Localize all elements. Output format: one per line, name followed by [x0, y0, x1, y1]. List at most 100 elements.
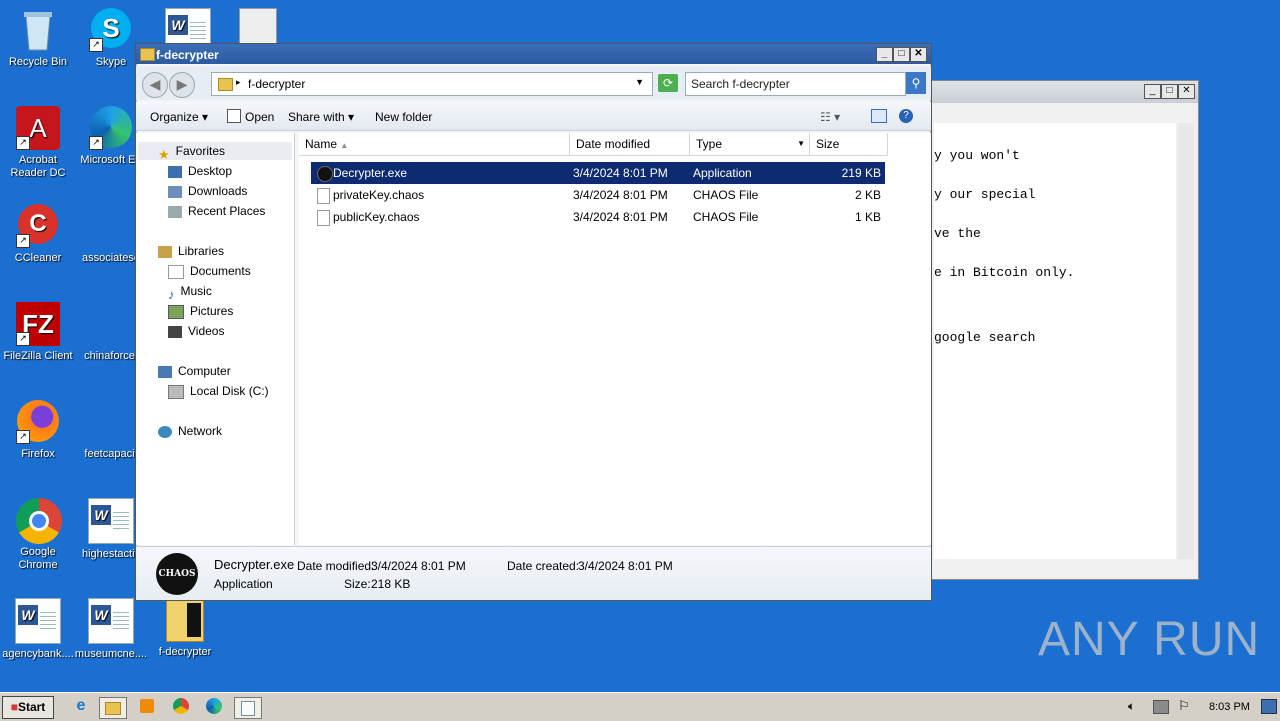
- file-date: 3/4/2024 8:01 PM: [573, 210, 668, 224]
- column-header-size[interactable]: Size: [810, 133, 888, 156]
- help-icon[interactable]: ?: [899, 109, 913, 123]
- libraries-icon: [158, 245, 172, 258]
- share-with-button[interactable]: Share with ▾: [288, 110, 354, 124]
- nav-favorites[interactable]: ★ Favorites: [138, 142, 292, 162]
- document-icon: [89, 400, 133, 444]
- chevron-down-icon[interactable]: ▼: [797, 133, 805, 155]
- anyrun-watermark: ANY RUN: [1038, 613, 1261, 666]
- media-player-icon[interactable]: [136, 697, 158, 717]
- address-bar-area: ◀ ▶ ▸ f-decrypter ▼ ⟳ Search f-decrypter…: [136, 66, 931, 100]
- minimize-button[interactable]: _: [1144, 84, 1161, 99]
- view-options-icon[interactable]: ☷ ▾: [820, 110, 840, 124]
- ransom-note-window[interactable]: _ □ ✕ y you won't y our special ve the e…: [925, 80, 1199, 580]
- nav-downloads[interactable]: Downloads: [168, 182, 247, 200]
- notepad-taskbar-icon[interactable]: [234, 697, 262, 719]
- network-tray-icon[interactable]: [1153, 700, 1169, 714]
- column-header-type[interactable]: Type ▼: [690, 133, 810, 156]
- file-size: 2 KB: [854, 188, 881, 202]
- navigation-pane: ★ Favorites Desktop Downloads Recent Plac…: [136, 133, 295, 545]
- nav-documents[interactable]: Documents: [168, 262, 251, 280]
- address-field[interactable]: ▸ f-decrypter ▼: [211, 72, 653, 96]
- note-text-area[interactable]: y you won't y our special ve the e in Bi…: [934, 123, 1176, 559]
- new-folder-button[interactable]: New folder: [375, 110, 432, 124]
- table-row[interactable]: Decrypter.exe 3/4/2024 8:01 PM Applicati…: [311, 162, 885, 184]
- desktop-icon-f-decrypter[interactable]: f-decrypter: [147, 598, 223, 659]
- exe-icon: [317, 166, 333, 182]
- search-input[interactable]: Search f-decrypter: [685, 72, 906, 96]
- search-icon[interactable]: ⚲: [906, 72, 926, 94]
- installer-icon: [239, 8, 277, 46]
- desktop-icon-firefox[interactable]: ↗ Firefox: [0, 400, 76, 461]
- maximize-button[interactable]: □: [1161, 84, 1178, 99]
- chrome-taskbar-icon[interactable]: [170, 697, 192, 717]
- file-date: 3/4/2024 8:01 PM: [573, 166, 668, 180]
- desktop-icon-museumcne[interactable]: museumcne....: [73, 598, 149, 661]
- edge-taskbar-icon[interactable]: [203, 697, 225, 717]
- file-name: Decrypter.exe: [333, 166, 408, 180]
- column-header-name[interactable]: Name ▲: [299, 133, 570, 156]
- table-row[interactable]: privateKey.chaos 3/4/2024 8:01 PM CHAOS …: [311, 184, 885, 206]
- file-icon: [317, 188, 330, 204]
- explorer-titlebar[interactable]: f-decrypter _ □ ✕: [136, 44, 931, 64]
- word-doc-icon: [15, 598, 61, 644]
- forward-button[interactable]: ▶: [169, 72, 195, 98]
- close-button[interactable]: ✕: [1178, 84, 1195, 99]
- nav-music[interactable]: ♪ Music: [168, 282, 212, 302]
- note-line: ve the: [934, 226, 981, 241]
- desktop-icon-label: FileZilla Client: [3, 350, 73, 362]
- notepad-titlebar[interactable]: _ □ ✕: [926, 81, 1198, 103]
- details-date-created-label: Date created:: [507, 559, 580, 573]
- desktop-icon: [168, 165, 182, 178]
- nav-pictures[interactable]: Pictures: [168, 302, 233, 320]
- explorer-taskbar-icon[interactable]: [99, 697, 127, 719]
- explorer-window[interactable]: f-decrypter _ □ ✕ ◀ ▶ ▸ f-decrypter ▼ ⟳ …: [135, 43, 932, 601]
- nav-network[interactable]: Network: [158, 422, 222, 440]
- volume-icon[interactable]: 🔈︎: [1128, 699, 1135, 714]
- shortcut-arrow-icon: ↗: [16, 136, 30, 150]
- column-header-date-modified[interactable]: Date modified: [570, 133, 690, 156]
- desktop-icon-chrome[interactable]: Google Chrome: [0, 498, 76, 572]
- clock[interactable]: 8:03 PM: [1209, 701, 1250, 713]
- nav-computer[interactable]: Computer: [158, 362, 231, 380]
- file-size: 1 KB: [854, 210, 881, 224]
- nav-libraries[interactable]: Libraries: [158, 242, 224, 260]
- preview-pane-icon[interactable]: [871, 109, 887, 123]
- refresh-button[interactable]: ⟳: [658, 74, 678, 92]
- start-button[interactable]: ■Start: [2, 696, 54, 719]
- hard-drive-icon: [168, 384, 184, 399]
- chevron-down-icon[interactable]: ▼: [635, 77, 644, 87]
- folder-icon: [140, 48, 155, 61]
- minimize-button[interactable]: _: [876, 47, 893, 62]
- ccleaner-icon: C ↗: [16, 204, 60, 248]
- show-desktop-icon[interactable]: [1261, 699, 1277, 714]
- nav-videos[interactable]: Videos: [168, 322, 224, 340]
- back-button[interactable]: ◀: [142, 72, 168, 98]
- note-line: google search: [934, 330, 1036, 345]
- details-size-label: Size:: [344, 577, 371, 591]
- chevron-right-icon[interactable]: ▸: [236, 77, 241, 88]
- note-line: y our special: [934, 187, 1036, 202]
- nav-local-disk[interactable]: Local Disk (C:): [168, 382, 269, 400]
- desktop-icon-filezilla[interactable]: FZ ↗ FileZilla Client: [0, 302, 76, 363]
- windows-logo-icon: ■: [10, 700, 18, 714]
- desktop-icon-agencybank[interactable]: agencybank....: [0, 598, 76, 661]
- vertical-scrollbar[interactable]: [1178, 123, 1194, 559]
- close-button[interactable]: ✕: [910, 47, 927, 62]
- action-center-flag-icon[interactable]: ⚐: [1178, 698, 1190, 714]
- internet-explorer-icon[interactable]: e: [70, 697, 92, 717]
- chaos-logo-icon: CHAOS: [156, 553, 198, 595]
- table-row[interactable]: publicKey.chaos 3/4/2024 8:01 PM CHAOS F…: [311, 206, 885, 228]
- open-button[interactable]: Open: [245, 110, 274, 124]
- desktop-icon-label: Acrobat Reader DC: [10, 154, 66, 179]
- network-icon: [158, 425, 172, 438]
- nav-desktop[interactable]: Desktop: [168, 162, 232, 180]
- nav-recent-places[interactable]: Recent Places: [168, 202, 265, 220]
- desktop-icon-recycle-bin[interactable]: Recycle Bin: [0, 8, 76, 69]
- organize-button[interactable]: Organize ▾: [150, 110, 208, 124]
- maximize-button[interactable]: □: [893, 47, 910, 62]
- desktop-icon-acrobat[interactable]: A ↗ Acrobat Reader DC: [0, 106, 76, 180]
- details-date-modified: 3/4/2024 8:01 PM: [371, 559, 466, 573]
- desktop-icon-ccleaner[interactable]: C ↗ CCleaner: [0, 204, 76, 265]
- shortcut-arrow-icon: ↗: [16, 332, 30, 346]
- folder-icon: [218, 78, 233, 91]
